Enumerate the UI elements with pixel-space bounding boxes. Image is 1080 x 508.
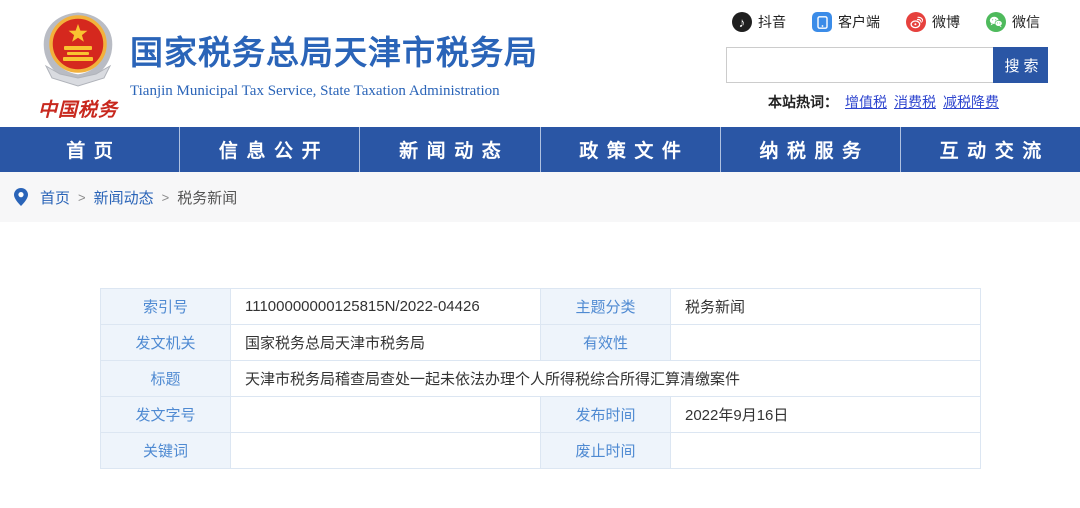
nav-item-interaction[interactable]: 互动交流	[900, 127, 1080, 172]
doc-info-section: 索引号 11100000000125815N/2022-04426 主题分类 税…	[100, 288, 981, 469]
logo-caption: 中国税务	[30, 95, 126, 122]
breadcrumb-news[interactable]: 新闻动态	[94, 187, 154, 208]
breadcrumb-band: 首页 > 新闻动态 > 税务新闻	[0, 172, 1080, 222]
hotword-link-consumption-tax[interactable]: 消费税	[894, 92, 936, 112]
social-label: 微博	[932, 12, 960, 32]
label-title: 标题	[101, 361, 231, 397]
value-document-number	[231, 397, 541, 433]
site-title: 国家税务总局天津市税务局	[130, 26, 538, 74]
value-publish-date: 2022年9月16日	[671, 397, 981, 433]
hotword-link-tax-reduction[interactable]: 减税降费	[943, 92, 999, 112]
table-row: 发文机关 国家税务总局天津市税务局 有效性	[101, 325, 981, 361]
nav-item-tax-services[interactable]: 纳税服务	[720, 127, 900, 172]
nav-item-policy-documents[interactable]: 政策文件	[540, 127, 720, 172]
value-issuing-agency: 国家税务总局天津市税务局	[231, 325, 541, 361]
app-client-icon	[812, 12, 832, 32]
social-links: ♪ 抖音 客户端 微博	[726, 12, 1048, 32]
weibo-icon	[906, 12, 926, 32]
value-repeal-date	[671, 433, 981, 469]
breadcrumb: 首页 > 新闻动态 > 税务新闻	[14, 187, 237, 208]
search-input[interactable]	[726, 47, 993, 83]
main-nav: 首页 信息公开 新闻动态 政策文件 纳税服务 互动交流	[0, 127, 1080, 172]
value-keywords	[231, 433, 541, 469]
social-item-douyin[interactable]: ♪ 抖音	[732, 12, 786, 32]
social-label: 微信	[1012, 12, 1040, 32]
label-document-number: 发文字号	[101, 397, 231, 433]
search-bar: 搜索	[726, 47, 1048, 83]
label-publish-date: 发布时间	[541, 397, 671, 433]
title-block: 国家税务总局天津市税务局 Tianjin Municipal Tax Servi…	[130, 26, 538, 100]
social-item-app-client[interactable]: 客户端	[812, 12, 880, 32]
social-label: 客户端	[838, 12, 880, 32]
douyin-icon: ♪	[732, 12, 752, 32]
label-issuing-agency: 发文机关	[101, 325, 231, 361]
table-row: 索引号 11100000000125815N/2022-04426 主题分类 税…	[101, 289, 981, 325]
hotword-link-vat[interactable]: 增值税	[845, 92, 887, 112]
site-header: 中国税务 国家税务总局天津市税务局 Tianjin Municipal Tax …	[0, 0, 1080, 127]
wechat-icon	[986, 12, 1006, 32]
social-label: 抖音	[758, 12, 786, 32]
table-row: 标题 天津市税务局稽查局查处一起未依法办理个人所得税综合所得汇算清缴案件	[101, 361, 981, 397]
social-item-weibo[interactable]: 微博	[906, 12, 960, 32]
label-keywords: 关键词	[101, 433, 231, 469]
nav-item-info-disclosure[interactable]: 信息公开	[179, 127, 359, 172]
label-topic-category: 主题分类	[541, 289, 671, 325]
breadcrumb-separator: >	[162, 190, 170, 205]
label-index-number: 索引号	[101, 289, 231, 325]
site-subtitle: Tianjin Municipal Tax Service, State Tax…	[130, 83, 538, 100]
nav-item-home[interactable]: 首页	[0, 127, 179, 172]
page: 中国税务 国家税务总局天津市税务局 Tianjin Municipal Tax …	[0, 0, 1080, 508]
hotwords: 本站热词： 增值税 消费税 减税降费	[726, 92, 1048, 112]
table-row: 关键词 废止时间	[101, 433, 981, 469]
site-logo[interactable]: 中国税务	[30, 8, 126, 122]
breadcrumb-separator: >	[78, 190, 86, 205]
value-title: 天津市税务局稽查局查处一起未依法办理个人所得税综合所得汇算清缴案件	[231, 361, 981, 397]
value-index-number: 11100000000125815N/2022-04426	[231, 289, 541, 325]
tax-emblem-icon	[34, 79, 122, 96]
label-repeal-date: 废止时间	[541, 433, 671, 469]
value-validity	[671, 325, 981, 361]
nav-item-news[interactable]: 新闻动态	[359, 127, 539, 172]
value-topic-category: 税务新闻	[671, 289, 981, 325]
search-button[interactable]: 搜索	[993, 47, 1048, 83]
breadcrumb-home[interactable]: 首页	[40, 187, 70, 208]
label-validity: 有效性	[541, 325, 671, 361]
hotwords-prefix: 本站热词：	[768, 92, 838, 112]
doc-info-table: 索引号 11100000000125815N/2022-04426 主题分类 税…	[100, 288, 981, 469]
social-item-wechat[interactable]: 微信	[986, 12, 1040, 32]
table-row: 发文字号 发布时间 2022年9月16日	[101, 397, 981, 433]
header-right: ♪ 抖音 客户端 微博	[726, 12, 1048, 112]
location-pin-icon	[14, 188, 28, 206]
breadcrumb-current: 税务新闻	[177, 187, 237, 208]
